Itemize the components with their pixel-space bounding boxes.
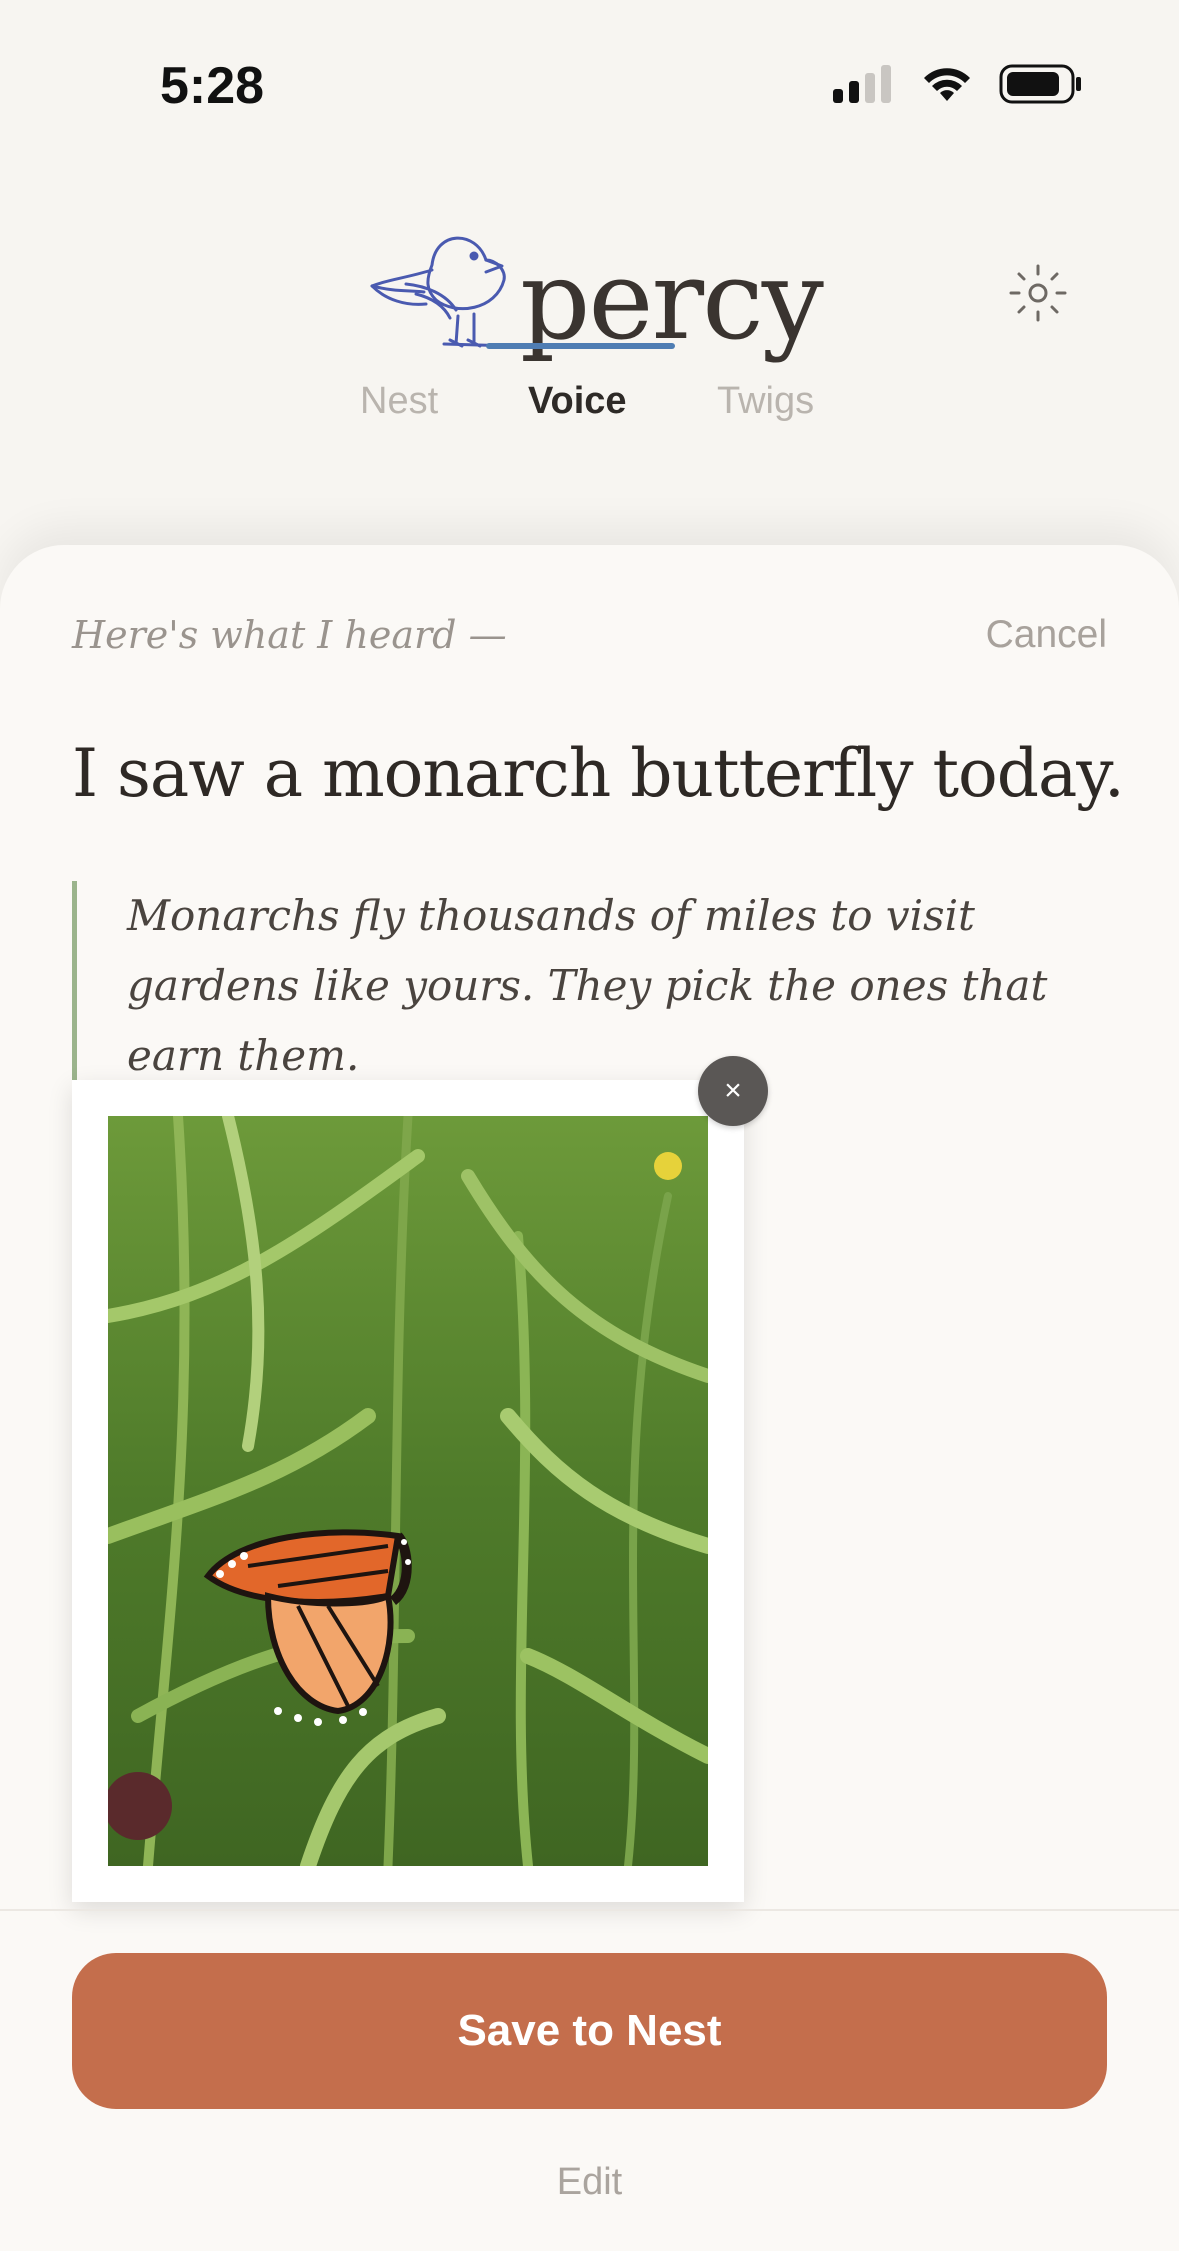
photo-card bbox=[72, 1080, 744, 1902]
wifi-icon bbox=[921, 65, 973, 108]
settings-button[interactable] bbox=[1003, 260, 1073, 330]
active-tab-indicator bbox=[486, 343, 675, 349]
signal-icon bbox=[833, 65, 895, 108]
status-bar: 5:28 bbox=[0, 0, 1179, 130]
divider bbox=[0, 1909, 1179, 1911]
butterfly-photo bbox=[108, 1116, 708, 1866]
status-icons bbox=[833, 64, 1083, 109]
tab-bar: Nest Voice Twigs bbox=[0, 380, 1179, 460]
remove-photo-button[interactable]: × bbox=[698, 1056, 768, 1126]
logo-text: percy bbox=[520, 236, 824, 364]
tab-voice[interactable]: Voice bbox=[528, 380, 627, 423]
voice-result-sheet: Here's what I heard — Cancel I saw a mon… bbox=[0, 545, 1179, 2251]
save-to-nest-button[interactable]: Save to Nest bbox=[72, 1953, 1107, 2109]
tab-nest[interactable]: Nest bbox=[360, 380, 438, 423]
transcript-text: I saw a monarch butterfly today. bbox=[72, 735, 1125, 812]
app-header: percy Nest Voice Twigs bbox=[0, 130, 1179, 550]
cancel-button[interactable]: Cancel bbox=[986, 613, 1107, 657]
tab-twigs[interactable]: Twigs bbox=[717, 380, 814, 423]
edit-button[interactable]: Edit bbox=[0, 2161, 1179, 2204]
heard-label: Here's what I heard — bbox=[72, 613, 507, 657]
sun-settings-icon bbox=[1007, 262, 1069, 329]
battery-icon bbox=[999, 64, 1083, 109]
status-time: 5:28 bbox=[160, 57, 265, 115]
quote-text: Monarchs fly thousands of miles to visit… bbox=[127, 891, 1048, 1080]
fact-quote: Monarchs fly thousands of miles to visit… bbox=[72, 881, 1072, 1091]
